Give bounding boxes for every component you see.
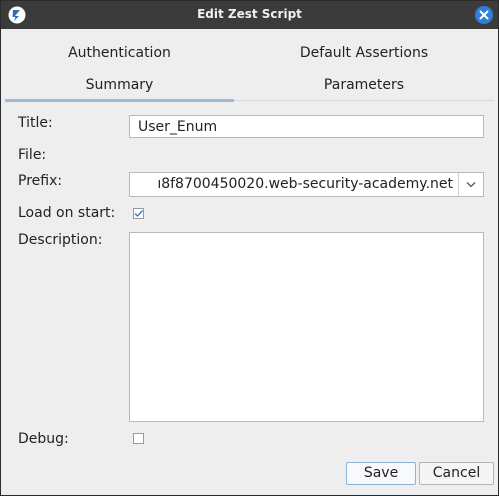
load-on-start-label: Load on start: bbox=[18, 205, 116, 221]
file-label: File: bbox=[18, 147, 47, 163]
load-on-start-checkbox[interactable] bbox=[133, 208, 144, 219]
dialog-content: Authentication Default Assertions Summar… bbox=[5, 32, 494, 493]
chevron-down-icon[interactable] bbox=[458, 173, 483, 196]
tab-divider bbox=[234, 100, 494, 101]
title-bar[interactable]: Edit Zest Script bbox=[1, 1, 498, 29]
debug-checkbox[interactable] bbox=[133, 433, 144, 444]
prefix-label: Prefix: bbox=[18, 173, 63, 189]
close-icon[interactable] bbox=[475, 6, 493, 24]
tab-parameters[interactable]: Parameters bbox=[234, 70, 494, 100]
selected-tab-indicator bbox=[5, 99, 234, 102]
title-label: Title: bbox=[18, 115, 53, 131]
tab-authentication[interactable]: Authentication bbox=[5, 38, 234, 68]
debug-label: Debug: bbox=[18, 431, 69, 447]
window-title: Edit Zest Script bbox=[197, 7, 302, 21]
tab-default-assertions[interactable]: Default Assertions bbox=[234, 38, 494, 68]
description-textarea[interactable] bbox=[129, 232, 484, 422]
cancel-button[interactable]: Cancel bbox=[419, 462, 494, 485]
description-label: Description: bbox=[18, 232, 103, 248]
title-field[interactable] bbox=[129, 115, 484, 138]
dialog-window: Edit Zest Script Authentication Default … bbox=[0, 0, 499, 496]
save-button[interactable]: Save bbox=[346, 462, 416, 485]
tab-summary[interactable]: Summary bbox=[5, 70, 234, 100]
prefix-value: ı8f8700450020.web-security-academy.net bbox=[157, 176, 453, 192]
prefix-combobox[interactable]: ı8f8700450020.web-security-academy.net bbox=[129, 172, 484, 197]
